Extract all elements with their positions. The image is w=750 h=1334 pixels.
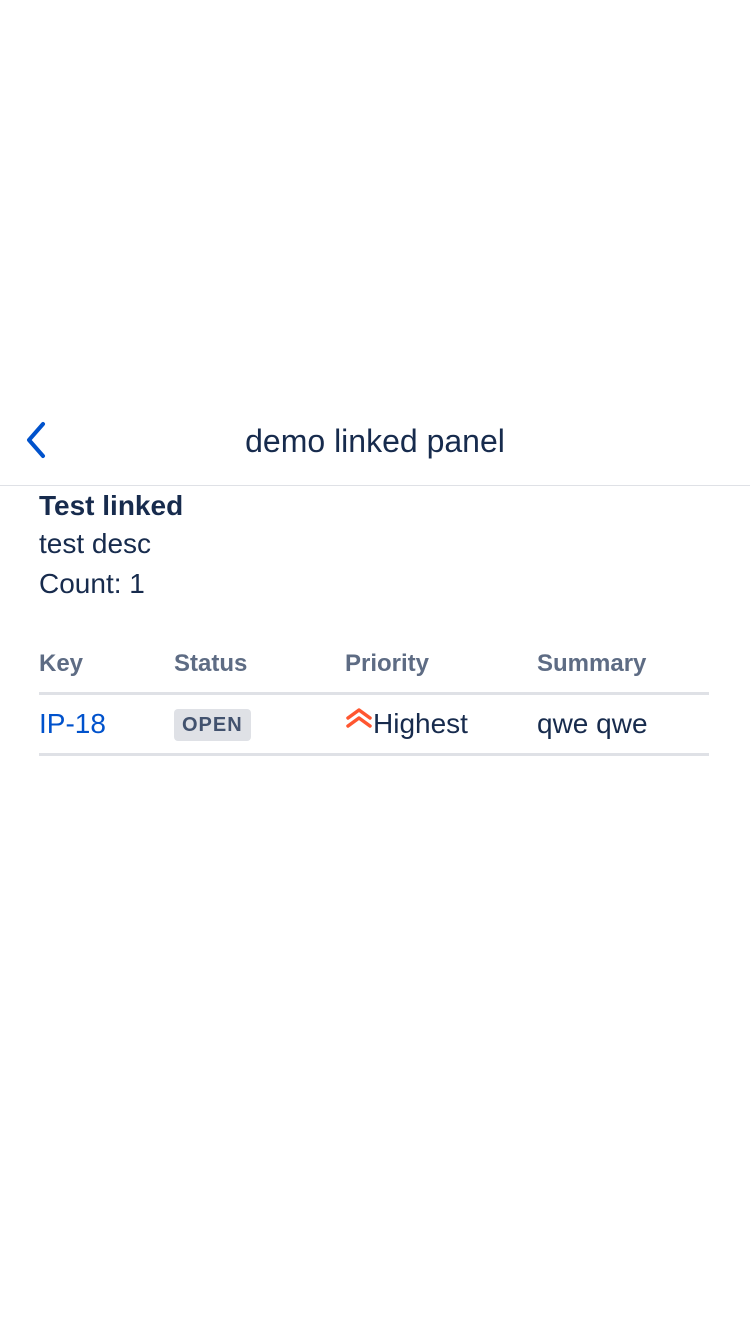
issue-priority-cell: Highest <box>345 693 537 756</box>
panel-description: test desc <box>39 528 152 559</box>
issues-table: Key Status Priority Summary IP-18 OPEN H… <box>39 650 709 756</box>
table-row[interactable]: IP-18 OPEN Highest qwe qwe <box>39 693 709 756</box>
panel-title: Test linked <box>39 490 184 521</box>
priority-label: Highest <box>373 708 468 739</box>
double-chevron-up-icon <box>346 708 372 728</box>
chevron-left-icon <box>27 422 45 458</box>
navigation-header: demo linked panel <box>0 396 750 486</box>
panel-count: Count: 1 <box>39 568 145 599</box>
status-badge: OPEN <box>174 708 251 741</box>
page-title: demo linked panel <box>245 423 505 459</box>
column-header-key[interactable]: Key <box>39 650 174 695</box>
issue-summary-cell: qwe qwe <box>537 693 709 756</box>
back-button[interactable] <box>14 416 58 464</box>
issue-key-link[interactable]: IP-18 <box>39 708 106 739</box>
column-header-status[interactable]: Status <box>174 650 345 695</box>
column-header-priority[interactable]: Priority <box>345 650 537 695</box>
column-header-summary[interactable]: Summary <box>537 650 709 695</box>
panel-content: Test linked test desc Count: 1 Key Statu… <box>39 486 709 756</box>
issue-key-cell: IP-18 <box>39 693 174 756</box>
issue-status-cell: OPEN <box>174 693 345 756</box>
table-header-row: Key Status Priority Summary <box>39 650 709 695</box>
